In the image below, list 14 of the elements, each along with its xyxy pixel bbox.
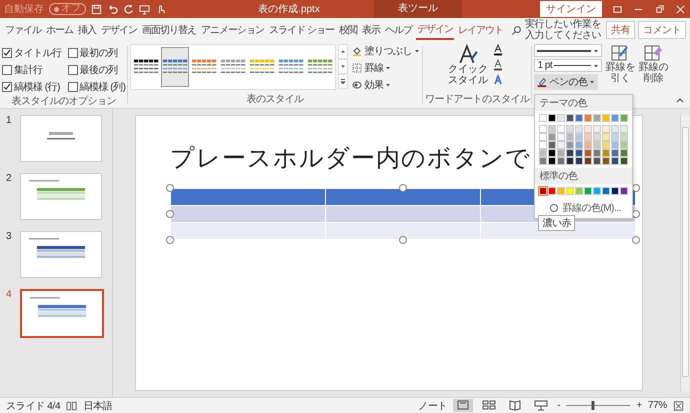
- slide-number: 4: [6, 289, 13, 300]
- group-label: 表のスタイル: [246, 92, 304, 107]
- slide-number: 3: [6, 231, 13, 242]
- window-title: 表の作成.pptx: [257, 2, 321, 16]
- group-label: 表スタイルのオプション: [11, 94, 116, 109]
- menu-heading: 標準の色: [535, 168, 632, 184]
- slide-number: 2: [6, 173, 13, 184]
- slide-indicator: スライド 4/4: [6, 400, 60, 412]
- slide-number: 1: [6, 115, 13, 126]
- menu-heading: テーマの色: [535, 95, 632, 111]
- group-label: ワードアートのスタイル: [424, 93, 530, 107]
- tooltip: 濃い赤: [538, 215, 575, 231]
- autosave-label: 自動保存: [4, 3, 44, 16]
- context-tab-label: 表ツール: [374, 0, 462, 18]
